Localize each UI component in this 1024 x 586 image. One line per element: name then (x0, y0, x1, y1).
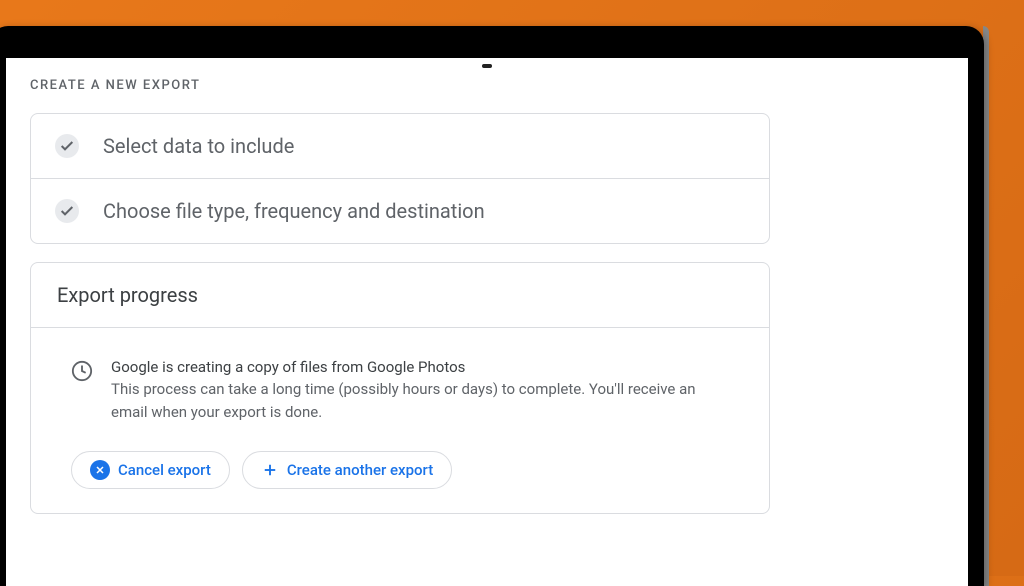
clock-icon (71, 360, 93, 382)
cancel-button-label: Cancel export (118, 461, 211, 479)
plus-icon (261, 461, 279, 479)
progress-description: This process can take a long time (possi… (111, 378, 701, 423)
progress-header: Export progress (31, 263, 769, 328)
progress-message: Google is creating a copy of files from … (111, 358, 701, 376)
cancel-export-button[interactable]: Cancel export (71, 451, 230, 489)
step-select-data[interactable]: Select data to include (31, 114, 769, 178)
step-label: Select data to include (103, 134, 294, 158)
progress-card: Export progress Google is creating a cop… (30, 262, 770, 514)
cancel-icon (90, 460, 110, 480)
step-file-type[interactable]: Choose file type, frequency and destinat… (31, 178, 769, 243)
page-title: CREATE A NEW EXPORT (30, 78, 944, 93)
steps-card: Select data to include Choose file type,… (30, 113, 770, 244)
check-icon (55, 134, 79, 158)
check-icon (55, 199, 79, 223)
create-another-export-button[interactable]: Create another export (242, 451, 452, 489)
step-label: Choose file type, frequency and destinat… (103, 199, 485, 223)
progress-title: Export progress (57, 283, 743, 307)
create-another-label: Create another export (287, 461, 433, 479)
